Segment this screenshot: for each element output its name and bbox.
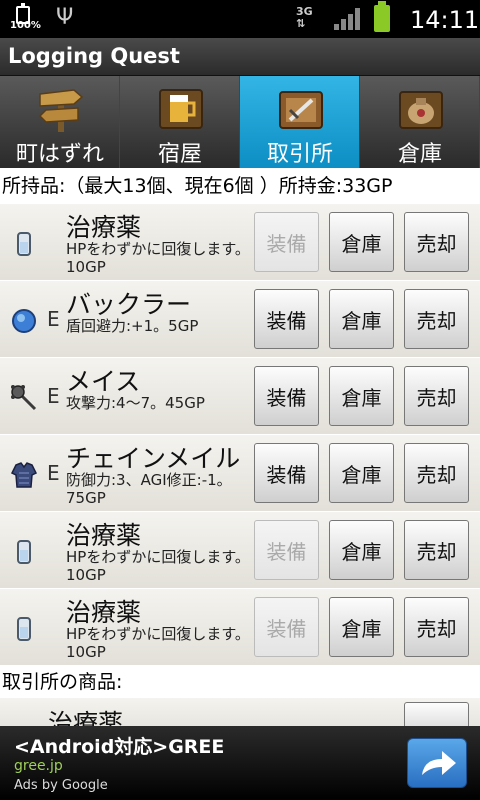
potion-icon	[17, 617, 31, 641]
store-button[interactable]: 倉庫	[329, 597, 394, 657]
shop-header: 取引所の商品:	[0, 666, 480, 698]
item-description: HPをわずかに回復します。10GP	[66, 548, 250, 584]
equip-button[interactable]: 装備	[254, 366, 319, 426]
buy-button[interactable]	[404, 702, 469, 726]
item-description: 攻撃力:4～7。45GP	[66, 394, 205, 412]
title-bar: Logging Quest	[0, 38, 480, 76]
status-bar: 100% Ψ 3G ⇅ 14:11	[0, 0, 480, 38]
store-button[interactable]: 倉庫	[329, 289, 394, 349]
equip-button: 装備	[254, 520, 319, 580]
battery-icon: 100%	[10, 3, 41, 32]
mace-icon	[11, 385, 37, 411]
tab-town-outskirts[interactable]: 町はずれ	[0, 76, 120, 168]
store-button[interactable]: 倉庫	[329, 443, 394, 503]
potion-icon	[17, 232, 31, 256]
ad-open-button[interactable]	[407, 738, 467, 788]
item-name: メイス	[66, 367, 141, 396]
app-title: Logging Quest	[8, 44, 180, 68]
equip-button: 装備	[254, 212, 319, 272]
item-description: 防御力:3、AGI修正:-1。75GP	[66, 471, 232, 507]
item-description: 盾回避力:+1。5GP	[66, 317, 199, 335]
item-name: チェインメイル	[66, 444, 241, 473]
sell-button[interactable]: 売却	[404, 520, 469, 580]
tab-storage[interactable]: 倉庫	[360, 76, 480, 168]
sell-button[interactable]: 売却	[404, 212, 469, 272]
inventory-header: 所持品:（最大13個、現在6個 ）所持金:33GP	[0, 168, 480, 204]
tab-inn[interactable]: 宿屋	[120, 76, 240, 168]
equipped-mark: E	[47, 461, 60, 485]
armor-icon	[10, 462, 38, 488]
store-button[interactable]: 倉庫	[329, 212, 394, 272]
item-name: 治療薬	[66, 213, 142, 242]
list-item: 治療薬 HPをわずかに回復します。10GP 装備 倉庫 売却	[0, 512, 480, 589]
equipped-mark: E	[47, 307, 60, 331]
item-name: 治療薬	[66, 521, 142, 550]
item-name: 治療薬	[48, 709, 124, 726]
equipped-mark: E	[47, 384, 60, 408]
clock: 14:11	[410, 6, 480, 34]
bag-sign-icon	[399, 91, 443, 129]
tab-exchange[interactable]: 取引所	[240, 76, 360, 168]
equip-button[interactable]: 装備	[254, 443, 319, 503]
sword-sign-icon	[279, 91, 323, 129]
battery-charge-icon	[374, 1, 390, 32]
shop-list-item: 治療薬	[0, 698, 480, 726]
ad-banner[interactable]: <Android対応>GREE gree.jp Ads by Google	[0, 726, 480, 800]
sell-button[interactable]: 売却	[404, 443, 469, 503]
item-description: HPをわずかに回復します。10GP	[66, 240, 250, 276]
store-button[interactable]: 倉庫	[329, 366, 394, 426]
tab-bar: 町はずれ 宿屋 取引所 倉庫	[0, 76, 480, 168]
ad-attribution: Ads by Google	[14, 778, 108, 793]
item-name: 治療薬	[66, 598, 142, 627]
list-item: 治療薬 HPをわずかに回復します。10GP 装備 倉庫 売却	[0, 589, 480, 666]
beer-mug-icon	[159, 89, 203, 129]
list-item: E メイス 攻撃力:4～7。45GP 装備 倉庫 売却	[0, 358, 480, 435]
sell-button[interactable]: 売却	[404, 597, 469, 657]
signpost-icon	[38, 89, 84, 132]
arrow-right-icon	[422, 751, 456, 775]
equip-button: 装備	[254, 597, 319, 657]
item-name: バックラー	[66, 290, 192, 319]
equip-button[interactable]: 装備	[254, 289, 319, 349]
network-3g-icon: 3G ⇅	[296, 5, 313, 30]
ad-url[interactable]: gree.jp	[14, 758, 63, 774]
sell-button[interactable]: 売却	[404, 289, 469, 349]
signal-icon	[334, 8, 360, 30]
ad-title[interactable]: <Android対応>GREE	[14, 732, 224, 759]
list-item: E バックラー 盾回避力:+1。5GP 装備 倉庫 売却	[0, 281, 480, 358]
battery-percent: 100%	[10, 20, 41, 31]
shield-icon	[12, 309, 36, 333]
content-area[interactable]: 所持品:（最大13個、現在6個 ）所持金:33GP 治療薬 HPをわずかに回復し…	[0, 168, 480, 726]
potion-icon	[17, 540, 31, 564]
store-button[interactable]: 倉庫	[329, 520, 394, 580]
item-description: HPをわずかに回復します。10GP	[66, 625, 250, 661]
usb-icon: Ψ	[56, 5, 74, 30]
list-item: E チェインメイル 防御力:3、AGI修正:-1。75GP 装備 倉庫 売却	[0, 435, 480, 512]
list-item: 治療薬 HPをわずかに回復します。10GP 装備 倉庫 売却	[0, 204, 480, 281]
sell-button[interactable]: 売却	[404, 366, 469, 426]
